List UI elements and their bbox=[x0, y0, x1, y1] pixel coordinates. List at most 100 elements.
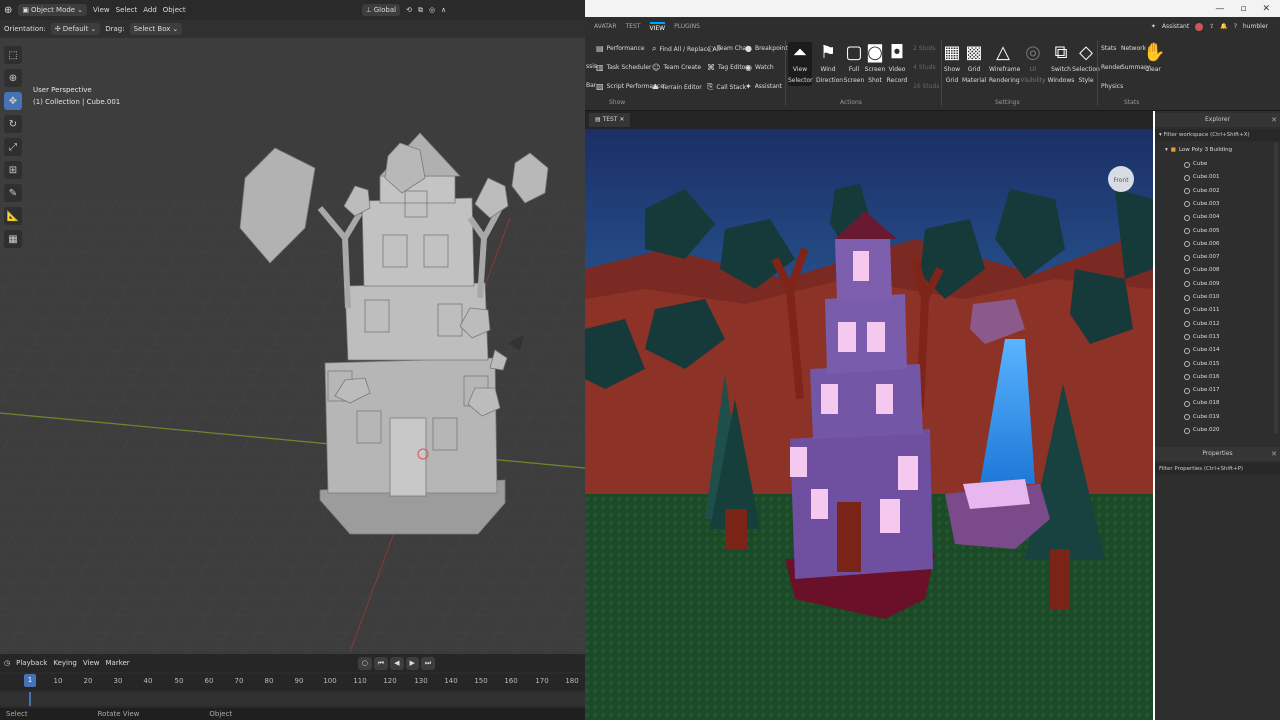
menu-playback[interactable]: Playback bbox=[16, 659, 47, 667]
2-studs-button[interactable]: 2 Studs bbox=[913, 45, 936, 52]
task-scheduler-button[interactable]: ▥ Task Scheduler bbox=[596, 63, 651, 72]
minimize-button[interactable]: — bbox=[1215, 4, 1224, 14]
stats-button[interactable]: Stats bbox=[1101, 45, 1116, 52]
menu-add[interactable]: Add bbox=[143, 6, 157, 14]
4-studs-button[interactable]: 4 Studs bbox=[913, 64, 936, 71]
menu-marker[interactable]: Marker bbox=[105, 659, 129, 667]
close-icon[interactable]: ✕ bbox=[1271, 113, 1277, 127]
tree-item-cube[interactable]: Cube.014 bbox=[1184, 344, 1219, 357]
screenshot-button[interactable]: ◙ Screen Shot bbox=[863, 42, 887, 86]
snap-icon[interactable]: ⧉ bbox=[418, 6, 423, 15]
tab-test[interactable]: TEST bbox=[626, 23, 641, 30]
transform-icon[interactable]: ⊞ bbox=[4, 161, 22, 179]
next-key-icon[interactable]: ⏭ bbox=[420, 656, 436, 670]
assistant-button[interactable]: Assistant bbox=[1162, 23, 1189, 30]
explorer-filter-input[interactable]: ▾ Filter workspace (Ctrl+Shift+X) bbox=[1155, 129, 1280, 141]
prev-key-icon[interactable]: ◀ bbox=[390, 656, 404, 670]
maximize-button[interactable]: ▫ bbox=[1240, 4, 1246, 14]
tab-avatar[interactable]: AVATAR bbox=[594, 23, 617, 30]
assistant-icon[interactable]: ✦ bbox=[1151, 23, 1156, 30]
call-stack-button[interactable]: ⎘ Call Stack bbox=[707, 82, 746, 92]
record-icon[interactable]: ○ bbox=[357, 656, 372, 670]
tree-item-cube[interactable]: Cube.017 bbox=[1184, 384, 1219, 397]
3d-viewport[interactable]: User Perspective (1) Collection | Cube.0… bbox=[0, 38, 585, 652]
close-icon[interactable]: ✕ bbox=[1271, 447, 1277, 461]
wireframe-rendering-button[interactable]: △ Wireframe Rendering bbox=[989, 42, 1020, 86]
tree-item-cube[interactable]: Cube.003 bbox=[1184, 198, 1219, 211]
scale-icon[interactable]: ⤢ bbox=[4, 138, 22, 156]
team-chat-button[interactable]: ◌ Team Chat bbox=[707, 44, 749, 53]
tree-item-cube[interactable]: Cube.013 bbox=[1184, 331, 1219, 344]
mode-dropdown[interactable]: ▣ Object Mode ⌄ bbox=[18, 4, 87, 16]
selection-style-button[interactable]: ◇ Selection Style bbox=[1072, 42, 1100, 86]
measure-icon[interactable]: 📐 bbox=[4, 207, 22, 225]
tree-item-cube[interactable]: Cube.010 bbox=[1184, 291, 1219, 304]
add-cube-icon[interactable]: ▦ bbox=[4, 230, 22, 248]
performance-button[interactable]: ▤ Performance bbox=[596, 44, 645, 53]
tree-item-cube[interactable]: Cube.005 bbox=[1184, 225, 1219, 238]
tree-item-cube[interactable]: Cube.009 bbox=[1184, 278, 1219, 291]
transform-orientation-dropdown[interactable]: ⊥ Global bbox=[361, 4, 401, 16]
tree-item-cube[interactable]: Cube.018 bbox=[1184, 397, 1219, 410]
close-icon[interactable]: ✕ bbox=[619, 116, 624, 123]
explorer-scrollbar[interactable] bbox=[1274, 143, 1278, 433]
select-box-icon[interactable]: ⬚ bbox=[4, 46, 22, 64]
render-button[interactable]: Render bbox=[1101, 64, 1122, 71]
tab-test-document[interactable]: ▤ TEST ✕ bbox=[589, 113, 631, 127]
tree-item-cube[interactable]: Cube.019 bbox=[1184, 411, 1219, 424]
clear-button[interactable]: ✋ Clear bbox=[1143, 42, 1165, 75]
jump-start-icon[interactable]: ⏮ bbox=[373, 656, 389, 670]
timeline-track[interactable] bbox=[0, 692, 585, 706]
menu-select[interactable]: Select bbox=[116, 6, 138, 14]
team-create-button[interactable]: ☺ Team Create bbox=[652, 63, 701, 72]
tree-item-cube[interactable]: Cube bbox=[1184, 158, 1207, 171]
menu-keying[interactable]: Keying bbox=[53, 659, 77, 667]
switch-windows-button[interactable]: ⧉ Switch Windows bbox=[1047, 42, 1075, 86]
assistant-tool-button[interactable]: ✦ Assistant bbox=[745, 82, 782, 91]
tree-item-cube[interactable]: Cube.001 bbox=[1184, 171, 1219, 184]
move-icon[interactable]: ✥ bbox=[4, 92, 22, 110]
tree-item-cube[interactable]: Cube.006 bbox=[1184, 238, 1219, 251]
16-studs-button[interactable]: 16 Studs bbox=[913, 83, 939, 90]
current-frame-indicator[interactable]: 1 bbox=[24, 674, 36, 687]
tree-item-cube[interactable]: Cube.002 bbox=[1184, 185, 1219, 198]
tab-plugins[interactable]: PLUGINS bbox=[674, 23, 700, 30]
clipped-label[interactable]: Bar bbox=[586, 82, 596, 89]
rotate-icon[interactable]: ↻ bbox=[4, 115, 22, 133]
menu-view[interactable]: View bbox=[83, 659, 100, 667]
play-icon[interactable]: ▶ bbox=[405, 656, 419, 670]
tree-model-low-poly-building[interactable]: ▾ ■ Low Poly 3 Building bbox=[1165, 144, 1232, 157]
wind-direction-button[interactable]: ⚑ Wind Direction bbox=[816, 42, 843, 86]
menu-view[interactable]: View bbox=[93, 6, 110, 14]
annotate-icon[interactable]: ✎ bbox=[4, 184, 22, 202]
cursor-icon[interactable]: ⊕ bbox=[4, 69, 22, 87]
tree-item-cube[interactable]: Cube.015 bbox=[1184, 358, 1219, 371]
properties-filter-input[interactable]: Filter Properties (Ctrl+Shift+P) bbox=[1155, 463, 1280, 475]
orientation-dropdown[interactable]: ✣ Default ⌄ bbox=[50, 23, 101, 35]
show-grid-button[interactable]: ▦ Show Grid bbox=[940, 42, 964, 86]
editor-type-icon[interactable]: ⊕ bbox=[4, 5, 12, 16]
avatar[interactable] bbox=[1195, 22, 1204, 31]
breakpoints-button[interactable]: ● Breakpoints bbox=[745, 44, 791, 53]
close-button[interactable]: ✕ bbox=[1262, 4, 1270, 14]
proportional-edit-icon[interactable]: ◎ bbox=[429, 6, 435, 14]
grid-material-button[interactable]: ▩ Grid Material bbox=[962, 42, 986, 86]
ui-visibility-button[interactable]: ◎ UI Visibility bbox=[1019, 42, 1047, 86]
user-name[interactable]: humbler bbox=[1243, 23, 1268, 30]
tree-item-cube[interactable]: Cube.016 bbox=[1184, 371, 1219, 384]
share-icon[interactable]: ⇪ bbox=[1209, 23, 1214, 30]
tree-item-cube[interactable]: Cube.020 bbox=[1184, 424, 1219, 437]
menu-object[interactable]: Object bbox=[163, 6, 186, 14]
tag-editor-button[interactable]: ⌘ Tag Editor bbox=[707, 63, 748, 72]
video-record-button[interactable]: ◘ Video Record bbox=[885, 42, 909, 86]
tree-item-cube[interactable]: Cube.007 bbox=[1184, 251, 1219, 264]
timeline-editor-icon[interactable]: ◷ bbox=[4, 659, 10, 667]
drag-dropdown[interactable]: Select Box ⌄ bbox=[129, 23, 183, 35]
pivot-icon[interactable]: ⟲ bbox=[406, 6, 412, 14]
view-selector-button[interactable]: ⏶ View Selector bbox=[788, 42, 813, 86]
notification-icon[interactable]: 🔔 bbox=[1220, 23, 1227, 30]
physics-button[interactable]: Physics bbox=[1101, 83, 1123, 90]
watch-button[interactable]: ◉ Watch bbox=[745, 63, 774, 72]
tree-item-cube[interactable]: Cube.012 bbox=[1184, 318, 1219, 331]
tree-item-cube[interactable]: Cube.004 bbox=[1184, 211, 1219, 224]
